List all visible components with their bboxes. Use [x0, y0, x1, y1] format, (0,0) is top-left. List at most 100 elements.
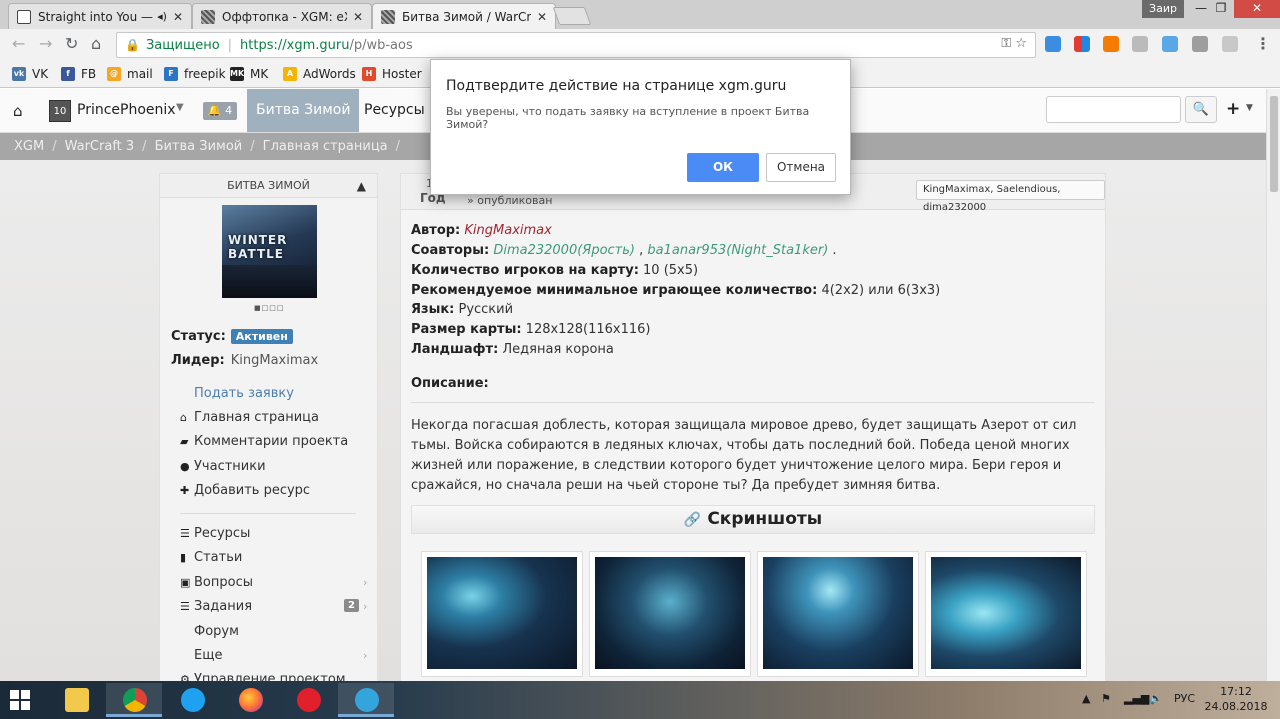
- taskbar-opera[interactable]: [280, 683, 336, 717]
- author-link[interactable]: KingMaximax: [464, 223, 551, 238]
- breadcrumb-warcraft3[interactable]: WarCraft 3: [65, 139, 135, 154]
- extension-icon[interactable]: [1132, 36, 1148, 52]
- search-input[interactable]: [1046, 96, 1181, 123]
- taskbar-telegram[interactable]: [338, 683, 394, 717]
- address-bar[interactable]: 🔒 Защищено | https://xgm.guru /p/wb-aos …: [116, 32, 1036, 58]
- profile-user-badge[interactable]: Заир: [1142, 0, 1184, 18]
- leader-label: Лидер:: [171, 353, 225, 368]
- extension-icon[interactable]: [1103, 36, 1119, 52]
- bookmark-mail[interactable]: @ mail: [107, 67, 153, 81]
- list-icon: ☰: [180, 527, 190, 540]
- system-clock[interactable]: 17:12 24.08.2018: [1203, 684, 1269, 714]
- nav-tab-resources[interactable]: Ресурсы: [355, 89, 434, 132]
- cancel-button[interactable]: Отмена: [766, 153, 836, 182]
- bookmark-adwords[interactable]: A AdWords: [283, 67, 356, 81]
- extension-icon[interactable]: [1045, 36, 1061, 52]
- bookmark-vk[interactable]: vk VK: [12, 67, 48, 81]
- menu-questions[interactable]: ▣ Вопросы ›: [180, 575, 367, 590]
- audio-icon[interactable]: ◂): [157, 10, 167, 23]
- mail-icon: @: [107, 67, 121, 81]
- landscape-label: Ландшафт:: [411, 342, 499, 357]
- avatar[interactable]: 10: [49, 100, 71, 122]
- url-host: https://xgm.guru: [240, 37, 350, 53]
- coauthor-separator: ,: [639, 243, 644, 258]
- menu-more[interactable]: Еще ›: [180, 648, 367, 663]
- carousel-dots[interactable]: ■□□□: [254, 304, 284, 312]
- scrollbar-thumb[interactable]: [1270, 96, 1278, 192]
- close-tab-icon[interactable]: ✕: [173, 10, 183, 24]
- username-menu[interactable]: PrincePhoenix: [77, 102, 176, 118]
- close-window-button[interactable]: ✕: [1234, 0, 1280, 18]
- coauthor-link[interactable]: ba1anar953(Night_Sta1ker): [647, 243, 828, 258]
- lock-icon: 🔒: [125, 38, 140, 52]
- language-indicator[interactable]: РУС: [1174, 692, 1195, 705]
- chevron-down-icon[interactable]: ▼: [176, 102, 184, 113]
- close-tab-icon[interactable]: ✕: [537, 10, 547, 24]
- plus-icon[interactable]: +: [1226, 99, 1240, 119]
- screenshot-thumbnail[interactable]: [589, 551, 751, 677]
- leader-link[interactable]: KingMaximax: [231, 353, 318, 368]
- menu-resources[interactable]: ☰ Ресурсы: [180, 526, 250, 541]
- taskbar-explorer[interactable]: [48, 683, 104, 717]
- search-button[interactable]: 🔍: [1185, 96, 1217, 123]
- breadcrumb-project[interactable]: Битва Зимой: [155, 139, 243, 154]
- breadcrumb-main[interactable]: Главная страница: [263, 139, 388, 154]
- menu-members[interactable]: ● Участники: [180, 459, 266, 474]
- breadcrumb-xgm[interactable]: XGM: [14, 139, 44, 154]
- bookmark-freepik[interactable]: F freepik: [164, 67, 226, 81]
- volume-icon[interactable]: 🔈: [1149, 692, 1163, 705]
- notifications-badge[interactable]: 🔔 4: [203, 102, 237, 120]
- tab-music[interactable]: Straight into You — L ◂) ✕: [8, 3, 192, 29]
- tray-expand-icon[interactable]: ▲: [1082, 692, 1090, 705]
- menu-articles[interactable]: ▮ Статьи: [180, 550, 242, 565]
- ok-button[interactable]: ОК: [687, 153, 759, 182]
- screenshot-thumbnail[interactable]: [757, 551, 919, 677]
- taskbar-firefox[interactable]: [222, 683, 278, 717]
- new-tab-button[interactable]: [552, 7, 592, 25]
- taskbar-chrome[interactable]: [106, 683, 162, 717]
- menu-forum[interactable]: Форум: [180, 624, 239, 639]
- chevron-up-icon[interactable]: ▲: [357, 174, 366, 198]
- author-row: Автор: KingMaximax: [411, 223, 552, 238]
- bookmark-mk[interactable]: MK MK: [230, 67, 268, 81]
- bookmark-hoster[interactable]: H Hoster: [362, 67, 422, 81]
- signal-icon[interactable]: ▂▄▆: [1124, 692, 1149, 705]
- back-icon[interactable]: ←: [12, 34, 25, 53]
- extension-icon[interactable]: [1192, 36, 1208, 52]
- coauthor-link[interactable]: Dima232000(Ярость): [493, 243, 635, 258]
- screenshot-thumbnail[interactable]: [925, 551, 1087, 677]
- tab-winter-battle[interactable]: Битва Зимой / WarCraft ✕: [372, 3, 556, 29]
- bookmark-label: freepik: [184, 67, 226, 81]
- close-tab-icon[interactable]: ✕: [353, 10, 363, 24]
- screenshot-thumbnail[interactable]: [421, 551, 583, 677]
- menu-add-resource[interactable]: ✚ Добавить ресурс: [180, 483, 310, 498]
- home-icon[interactable]: ⌂: [13, 102, 23, 120]
- page-scrollbar[interactable]: [1266, 89, 1280, 681]
- menu-project-admin[interactable]: ⚙ Управление проектом: [180, 672, 346, 681]
- forward-icon[interactable]: →: [39, 34, 52, 53]
- menu-comments[interactable]: ▰ Комментарии проекта: [180, 434, 348, 449]
- menu-tasks[interactable]: ☰ Задания 2 ›: [180, 599, 367, 614]
- maximize-button[interactable]: ❐: [1206, 0, 1236, 18]
- bookmark-label: Hoster: [382, 67, 422, 81]
- menu-main-page[interactable]: ⌂ Главная страница: [180, 410, 319, 425]
- authors-badge[interactable]: KingMaximax, Saelendious, dima232000: [916, 180, 1105, 213]
- home-icon[interactable]: ⌂: [91, 34, 101, 53]
- chevron-down-icon[interactable]: ▼: [1246, 103, 1253, 113]
- taskbar-ie[interactable]: [164, 683, 220, 717]
- extension-icon[interactable]: [1074, 36, 1090, 52]
- coauthors-row: Соавторы: Dima232000(Ярость) , ba1anar95…: [411, 243, 837, 258]
- key-star-icons[interactable]: ⚿ ☆: [1001, 36, 1027, 51]
- reload-icon[interactable]: ↻: [65, 34, 78, 53]
- windows-start-icon[interactable]: [10, 690, 30, 710]
- apply-link[interactable]: Подать заявку: [180, 386, 294, 401]
- nav-tab-winter-battle[interactable]: Битва Зимой: [247, 89, 360, 132]
- tab-offtopic[interactable]: Оффтопка - XGM: eXtrem ✕: [192, 3, 372, 29]
- extension-icon[interactable]: [1162, 36, 1178, 52]
- menu-dots-icon[interactable]: ⋮: [1255, 34, 1271, 53]
- bookmark-fb[interactable]: f FB: [61, 67, 96, 81]
- project-logo[interactable]: WINTER BATTLE: [222, 205, 317, 298]
- flag-icon[interactable]: ⚑: [1101, 692, 1111, 705]
- extension-icon[interactable]: [1222, 36, 1238, 52]
- freepik-icon: F: [164, 67, 178, 81]
